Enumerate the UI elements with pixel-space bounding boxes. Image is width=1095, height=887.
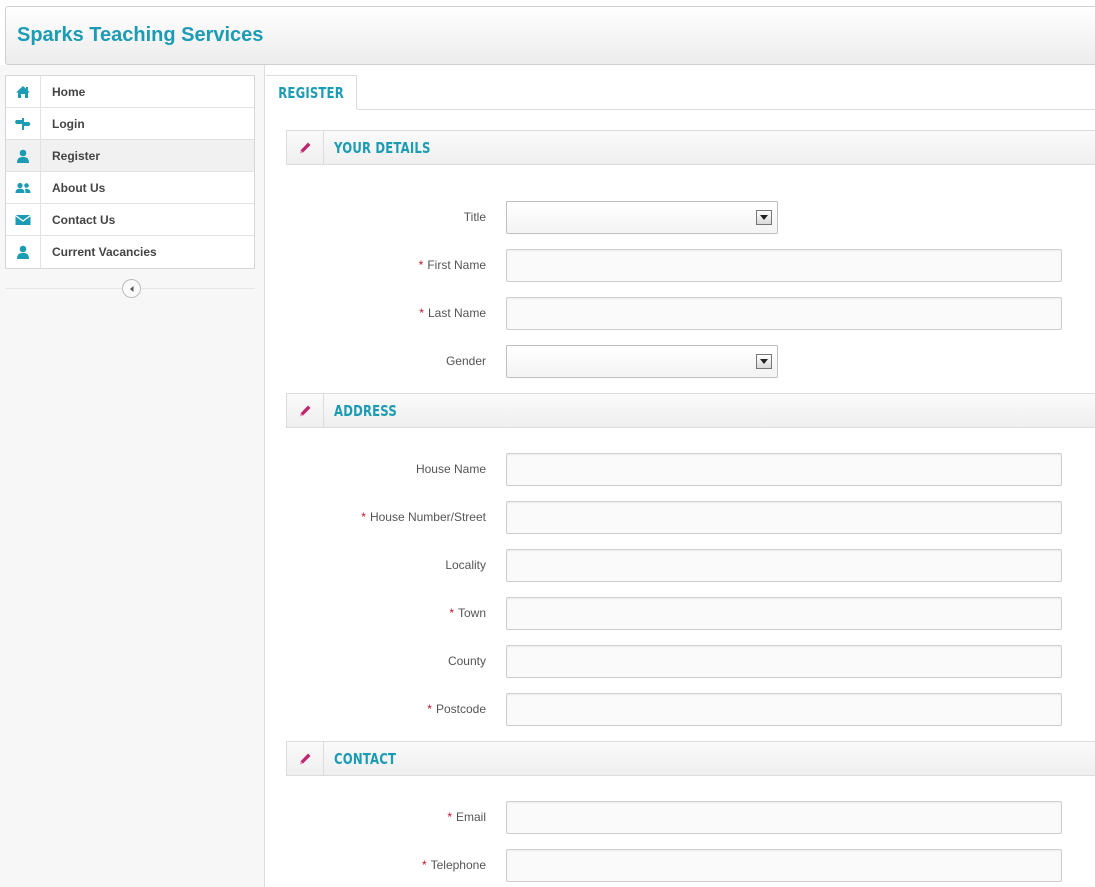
nav-item-contact-us[interactable]: Contact Us <box>6 204 254 236</box>
chevron-left-icon <box>129 285 133 292</box>
first-name-input[interactable] <box>506 249 1062 282</box>
signpost-icon <box>6 108 41 139</box>
section-contact: Contact <box>286 741 1095 776</box>
gender-select[interactable] <box>506 345 778 378</box>
section-title: Contact <box>334 749 397 768</box>
nav-label-current-vacancies: Current Vacancies <box>52 245 157 259</box>
section-title: Address <box>334 401 397 420</box>
tab-register-label: Register <box>278 83 344 102</box>
tab-register[interactable]: Register <box>266 75 357 110</box>
pencil-icon <box>287 394 324 427</box>
postcode-input[interactable] <box>506 693 1062 726</box>
town-input[interactable] <box>506 597 1062 630</box>
nav-item-about-us[interactable]: About Us <box>6 172 254 204</box>
town-label: * Town <box>449 606 486 620</box>
nav-label-login: Login <box>52 116 85 131</box>
tab-bar <box>266 109 1095 110</box>
envelope-icon <box>6 204 41 235</box>
required-marker: * <box>419 306 424 320</box>
last-name-label: * Last Name <box>419 306 486 320</box>
email-label: * Email <box>447 810 486 824</box>
pencil-icon <box>287 742 324 775</box>
required-marker: * <box>449 606 454 620</box>
title-label: Title <box>463 210 486 224</box>
county-label: County <box>447 654 486 668</box>
site-brand[interactable]: Sparks Teaching Services <box>17 24 263 47</box>
home-icon <box>6 76 41 107</box>
sidebar-nav: Home Login Register About Us Contact Us … <box>5 75 255 269</box>
county-input[interactable] <box>506 645 1062 678</box>
house-name-label: House Name <box>415 462 486 476</box>
house-number-street-input[interactable] <box>506 501 1062 534</box>
last-name-input[interactable] <box>506 297 1062 330</box>
required-marker: * <box>421 858 427 872</box>
nav-label-contact-us: Contact Us <box>52 212 116 227</box>
sidebar-collapse-button[interactable] <box>122 279 141 298</box>
nav-label-home: Home <box>52 84 86 99</box>
postcode-label: * Postcode <box>427 702 486 716</box>
gender-label: Gender <box>445 354 486 368</box>
user-icon <box>6 140 41 171</box>
nav-label-register: Register <box>52 148 101 163</box>
house-name-input[interactable] <box>506 453 1062 486</box>
chevron-down-icon[interactable] <box>756 210 772 225</box>
first-name-label: * First Name <box>418 258 486 272</box>
telephone-label: * Telephone <box>421 858 486 872</box>
site-header: Sparks Teaching Services <box>5 6 1095 65</box>
nav-item-login[interactable]: Login <box>6 108 254 140</box>
nav-label-about-us: About Us <box>52 180 106 195</box>
required-marker: * <box>447 810 452 824</box>
section-address: Address <box>286 393 1095 428</box>
section-your-details: Your Details <box>286 130 1095 165</box>
telephone-input[interactable] <box>506 849 1062 882</box>
users-icon <box>6 172 41 203</box>
required-marker: * <box>427 702 432 716</box>
locality-label: Locality <box>445 558 486 572</box>
nav-item-current-vacancies[interactable]: Current Vacancies <box>6 236 254 268</box>
section-title: Your Details <box>334 138 431 157</box>
nav-item-register[interactable]: Register <box>6 140 254 172</box>
pencil-icon <box>287 131 324 164</box>
required-marker: * <box>361 510 366 524</box>
locality-input[interactable] <box>506 549 1062 582</box>
house-number-street-label: * House Number/Street <box>361 510 486 524</box>
user-icon <box>6 236 41 268</box>
nav-item-home[interactable]: Home <box>6 76 254 108</box>
title-select[interactable] <box>506 201 778 234</box>
email-input[interactable] <box>506 801 1062 834</box>
required-marker: * <box>418 258 424 272</box>
chevron-down-icon[interactable] <box>756 354 772 369</box>
